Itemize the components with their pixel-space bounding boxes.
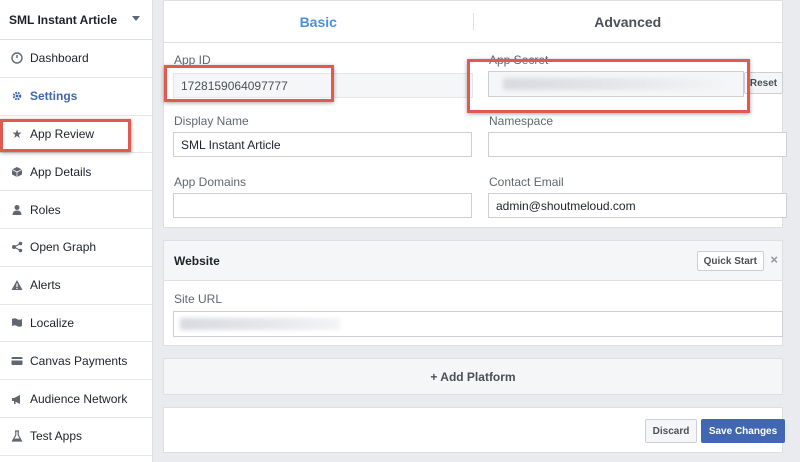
sidebar-item-label: Open Graph [30,240,97,255]
sidebar-item-label: Test Apps [30,429,83,444]
site-url-redacted [180,318,340,330]
sidebar-item-label: Localize [30,315,75,330]
sidebar-item-audience-network[interactable]: Audience Network [0,380,152,418]
app-name: SML Instant Article [9,12,118,27]
display-name-label: Display Name [174,114,249,128]
tab-basic[interactable]: Basic [164,1,473,42]
site-url-input[interactable] [173,311,783,337]
highlight-app-review [0,119,131,152]
sidebar-item-test-apps[interactable]: Test Apps [0,418,152,456]
app-switcher[interactable]: SML Instant Article [0,0,152,40]
discard-button[interactable]: Discard [645,419,697,443]
sidebar-item-label: Settings [30,89,78,104]
sidebar-item-app-details[interactable]: App Details [0,153,152,192]
close-icon[interactable]: × [770,252,778,267]
sidebar-item-label: Canvas Payments [30,353,128,368]
sidebar-item-label: Alerts [30,278,61,293]
sidebar-item-label: Dashboard [30,51,89,66]
sidebar-item-open-graph[interactable]: Open Graph [0,229,152,267]
app-domains-label: App Domains [174,175,247,189]
warning-icon [10,278,24,292]
namespace-label: Namespace [489,114,554,128]
contact-email-value: admin@shoutmeloud.com [496,198,636,213]
basic-settings-panel: Basic Advanced App ID 1728159064097777 A… [163,0,787,228]
highlight-app-id [164,65,334,102]
sidebar: SML Instant Article Dashboard Settings ★… [0,0,153,462]
settings-tabs: Basic Advanced [164,1,782,43]
website-title: Website [174,253,220,268]
gear-icon [10,89,24,103]
dashboard-icon [10,51,24,65]
sidebar-item-label: App Details [30,164,92,179]
sidebar-item-dashboard[interactable]: Dashboard [0,40,152,78]
cube-icon [10,165,24,179]
sidebar-item-canvas-payments[interactable]: Canvas Payments [0,342,152,381]
megaphone-icon [10,392,24,406]
contact-email-label: Contact Email [489,175,564,189]
highlight-app-secret [467,59,750,113]
save-changes-button[interactable]: Save Changes [701,419,785,443]
tab-basic-label: Basic [299,13,337,30]
add-platform-label: + Add Platform [430,369,516,384]
add-platform-button[interactable]: + Add Platform [163,358,783,395]
sidebar-item-label: Audience Network [30,391,128,406]
website-header: Website Quick Start × [164,241,782,281]
app-domains-input[interactable] [173,193,472,218]
display-name-value: SML Instant Article [181,137,281,152]
quick-start-button[interactable]: Quick Start [696,251,764,271]
sidebar-item-localize[interactable]: Localize [0,305,152,343]
chevron-down-icon[interactable] [132,16,140,21]
flag-icon [10,316,24,330]
tab-advanced-label: Advanced [594,13,662,30]
sidebar-item-roles[interactable]: Roles [0,191,152,229]
website-platform-panel: Website Quick Start × Site URL [163,240,783,346]
site-url-label: Site URL [174,292,223,306]
namespace-input[interactable] [488,132,787,157]
contact-email-input[interactable]: admin@shoutmeloud.com [488,193,787,218]
flask-icon [10,429,24,443]
person-icon [10,203,24,217]
card-icon [10,354,24,368]
display-name-input[interactable]: SML Instant Article [173,132,472,157]
sidebar-item-alerts[interactable]: Alerts [0,267,152,305]
sidebar-item-settings[interactable]: Settings [0,78,152,116]
tab-advanced[interactable]: Advanced [474,1,783,42]
graph-icon [10,240,24,254]
settings-footer: Discard Save Changes [163,407,785,453]
sidebar-item-label: Roles [30,202,61,217]
